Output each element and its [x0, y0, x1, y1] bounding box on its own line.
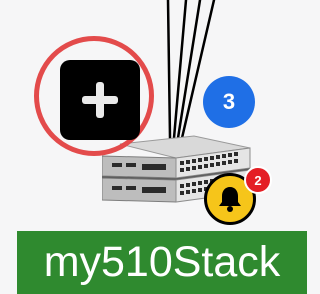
network-map-canvas: 3 2 my510Stack [0, 0, 320, 294]
bell-icon [219, 187, 241, 212]
connection-line [176, 0, 202, 140]
plus-icon [80, 80, 120, 120]
connection-line [172, 0, 188, 140]
connection-line [166, 0, 172, 140]
alarm-count-badge: 2 [244, 166, 272, 194]
expand-button[interactable] [60, 60, 140, 140]
child-count-badge[interactable]: 3 [203, 76, 255, 128]
device-name-label[interactable]: my510Stack [17, 231, 307, 294]
